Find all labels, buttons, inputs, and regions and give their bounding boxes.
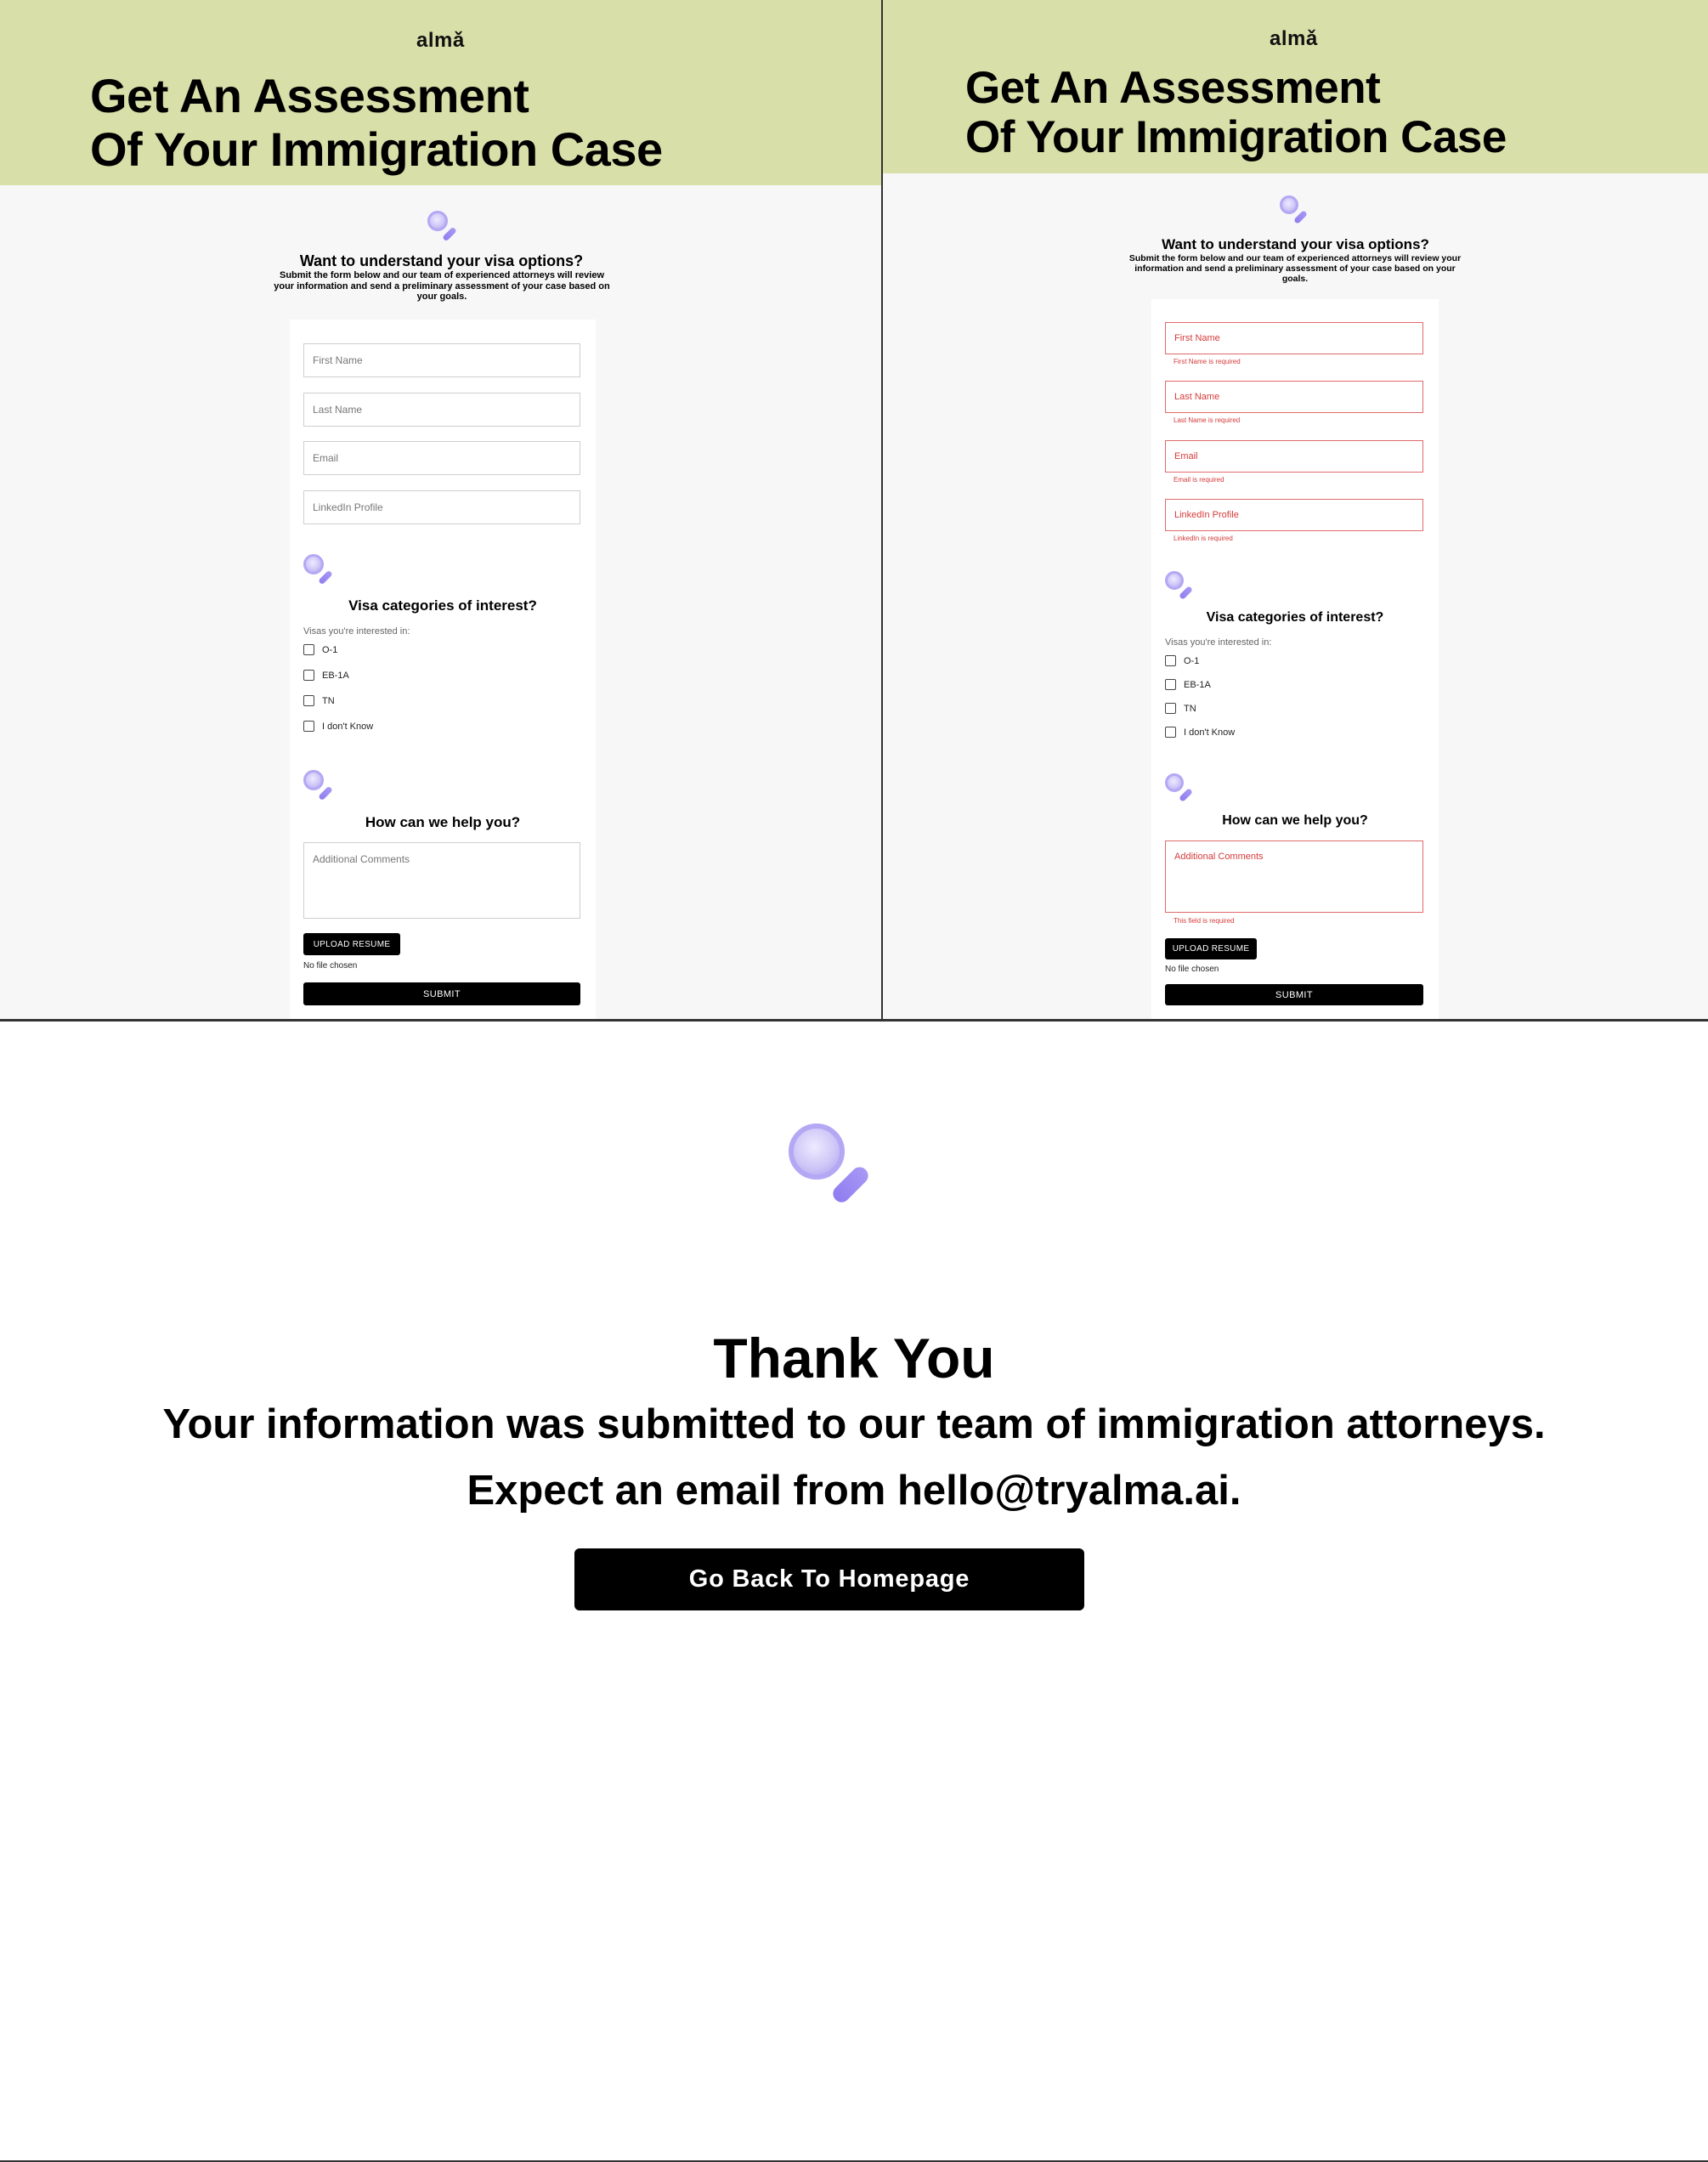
intro-subtitle: Submit the form below and our team of ex… <box>274 270 610 303</box>
visa-option-tn[interactable]: TN <box>303 695 335 706</box>
thank-you-message: Your information was submitted to our te… <box>162 1401 1546 1447</box>
hero-title-line2: Of Your Immigration Case <box>90 122 663 176</box>
hero-title-line2: Of Your Immigration Case <box>965 112 1507 163</box>
help-section-title: How can we help you? <box>1222 813 1368 828</box>
visa-option-unknown[interactable]: I don't Know <box>303 721 373 732</box>
intro-title: Want to understand your visa options? <box>299 252 584 269</box>
magnifier-icon <box>427 211 458 242</box>
alma-logo[interactable]: almǎ <box>1270 27 1318 51</box>
email-error: Email is required <box>1174 476 1224 484</box>
help-section-title: How can we help you? <box>365 814 521 830</box>
first-name-input[interactable]: First Name <box>303 343 580 377</box>
submit-button[interactable]: SUBMIT <box>1165 984 1423 1005</box>
hero-title-line1: Get An Assessment <box>90 69 529 122</box>
upload-resume-button[interactable]: UPLOAD RESUME <box>303 933 400 955</box>
comments-textarea[interactable]: Additional Comments <box>1165 840 1423 913</box>
magnifier-icon <box>1165 773 1194 802</box>
last-name-input[interactable]: Last Name <box>303 393 580 427</box>
form-card: First Name First Name is required Last N… <box>1151 299 1439 1021</box>
linkedin-error: LinkedIn is required <box>1174 535 1233 542</box>
no-file-text: No file chosen <box>303 961 358 971</box>
visa-option-o1[interactable]: O-1 <box>1165 655 1199 666</box>
hero-title: Get An Assessment Of Your Immigration Ca… <box>90 69 663 176</box>
magnifier-icon <box>1165 571 1194 600</box>
alma-logo[interactable]: almǎ <box>416 29 465 53</box>
thank-you-title: Thank You <box>713 1327 995 1389</box>
comments-error: This field is required <box>1174 917 1235 925</box>
magnifier-icon <box>1280 195 1309 224</box>
visa-label: Visas you're interested in: <box>1165 637 1272 648</box>
no-file-text: No file chosen <box>1165 965 1219 974</box>
checkbox-icon[interactable] <box>1165 727 1176 738</box>
last-name-error: Last Name is required <box>1174 416 1241 424</box>
hero-banner: almǎ Get An Assessment Of Your Immigrati… <box>0 0 881 185</box>
visa-option-o1[interactable]: O-1 <box>303 644 337 655</box>
submit-button[interactable]: SUBMIT <box>303 982 580 1005</box>
visa-label: Visas you're interested in: <box>303 626 410 637</box>
visa-option-tn[interactable]: TN <box>1165 703 1196 714</box>
intro-title: Want to understand your visa options? <box>1162 236 1429 252</box>
upload-resume-button[interactable]: UPLOAD RESUME <box>1165 938 1257 959</box>
form-panel-errors: almǎ Get An Assessment Of Your Immigrati… <box>883 0 1708 1021</box>
checkbox-icon[interactable] <box>1165 655 1176 666</box>
intro-subtitle: Submit the form below and our team of ex… <box>1128 253 1462 285</box>
visa-option-eb1a[interactable]: EB-1A <box>303 670 349 681</box>
hero-banner: almǎ Get An Assessment Of Your Immigrati… <box>883 0 1708 173</box>
magnifier-icon <box>303 770 334 801</box>
email-input[interactable]: Email <box>1165 440 1423 473</box>
visa-option-eb1a[interactable]: EB-1A <box>1165 679 1211 690</box>
hero-title-line1: Get An Assessment <box>965 63 1381 113</box>
checkbox-icon[interactable] <box>303 721 314 732</box>
thank-you-email-note: Expect an email from hello@tryalma.ai. <box>467 1468 1241 1514</box>
checkbox-icon[interactable] <box>303 670 314 681</box>
magnifier-icon <box>787 1122 876 1207</box>
first-name-error: First Name is required <box>1174 358 1241 365</box>
linkedin-input[interactable]: LinkedIn Profile <box>1165 499 1423 531</box>
checkbox-icon[interactable] <box>1165 679 1176 690</box>
last-name-input[interactable]: Last Name <box>1165 381 1423 413</box>
visa-section-title: Visa categories of interest? <box>348 597 537 614</box>
go-back-home-button[interactable]: Go Back To Homepage <box>574 1548 1084 1610</box>
thank-you-page: Thank You Your information was submitted… <box>0 1022 1708 2160</box>
checkbox-icon[interactable] <box>303 695 314 706</box>
hero-title: Get An Assessment Of Your Immigration Ca… <box>965 63 1507 163</box>
comments-textarea[interactable]: Additional Comments <box>303 842 580 919</box>
magnifier-icon <box>303 554 334 586</box>
form-card: First Name Last Name Email LinkedIn Prof… <box>290 320 596 1021</box>
email-input[interactable]: Email <box>303 441 580 475</box>
form-panel-empty: almǎ Get An Assessment Of Your Immigrati… <box>0 0 883 1021</box>
checkbox-icon[interactable] <box>1165 703 1176 714</box>
first-name-input[interactable]: First Name <box>1165 322 1423 354</box>
linkedin-input[interactable]: LinkedIn Profile <box>303 490 580 524</box>
visa-option-unknown[interactable]: I don't Know <box>1165 727 1235 738</box>
checkbox-icon[interactable] <box>303 644 314 655</box>
visa-section-title: Visa categories of interest? <box>1206 610 1384 625</box>
